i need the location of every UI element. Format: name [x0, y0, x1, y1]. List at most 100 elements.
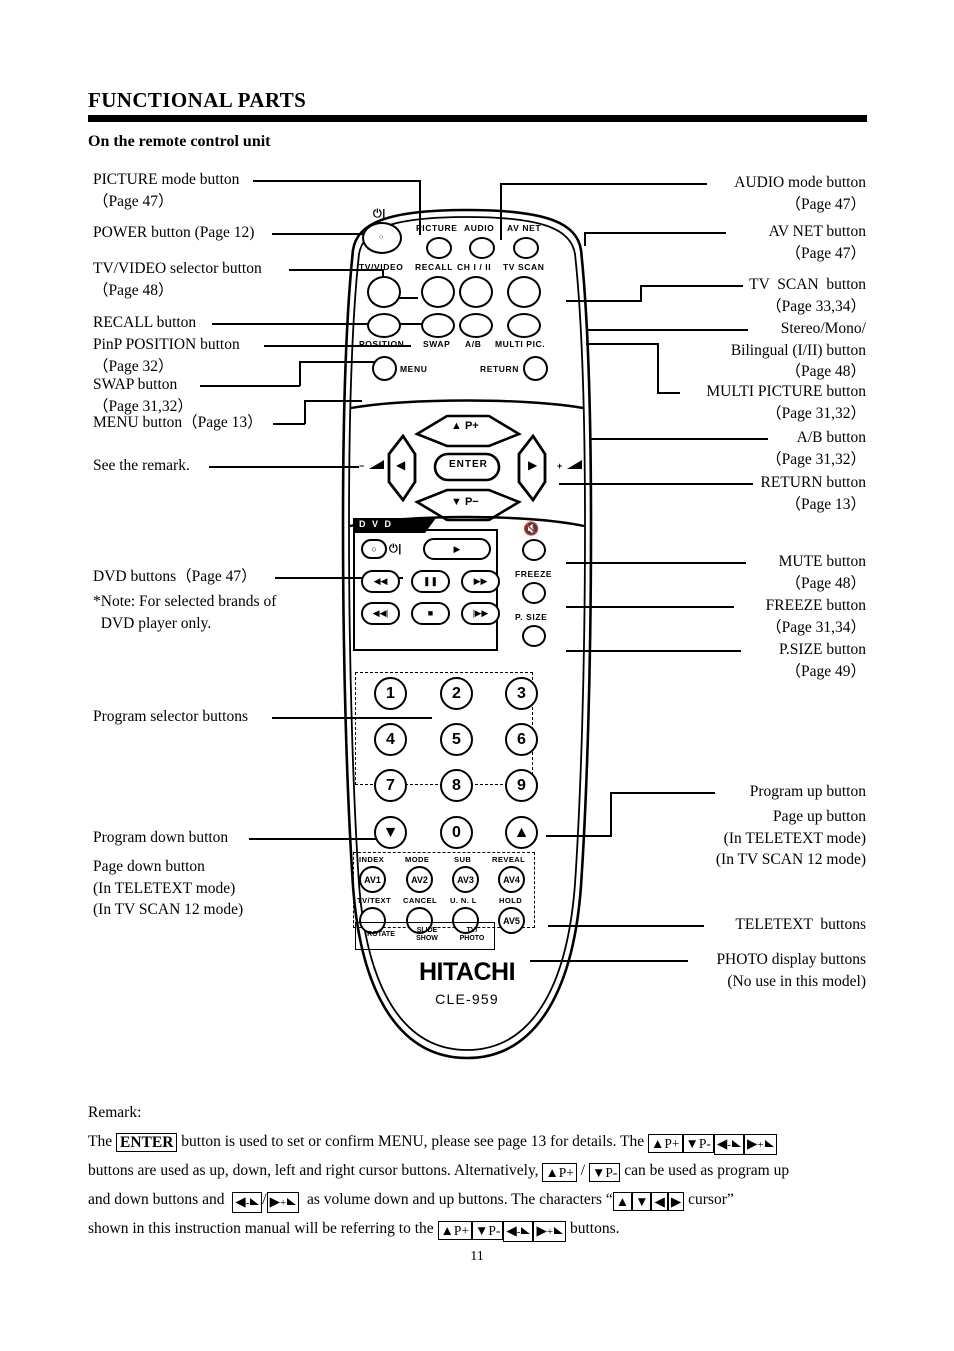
key-p-down-box: ▼P-	[682, 1134, 714, 1153]
key-p-up-box-2: ▲P+	[542, 1163, 577, 1182]
callout-tv-video: TV/VIDEO selector button （Page 48）	[93, 260, 262, 299]
key-8[interactable]: 8	[440, 769, 473, 802]
program-up-button[interactable]: ▲	[505, 816, 538, 849]
key-vol-down-box-3: ◀-	[503, 1221, 534, 1242]
key-1[interactable]: 1	[374, 677, 407, 710]
dvd-play-button[interactable]: ▶	[423, 538, 491, 560]
picture-button[interactable]	[426, 237, 452, 259]
tv-scan-button-label: TV SCAN	[503, 262, 545, 272]
picture-button-label: PICTURE	[416, 223, 458, 233]
callout-dvd-note: *Note: For selected brands of DVD player…	[93, 593, 277, 632]
callout-return: RETURN button （Page 13）	[760, 474, 867, 513]
dvd-previous-button[interactable]: ◀◀|	[361, 602, 400, 625]
dvd-fast-forward-button[interactable]: ▶▶	[461, 570, 500, 593]
key-vol-down-box: ◀-	[713, 1134, 744, 1155]
swap-button[interactable]	[421, 313, 455, 338]
callout-psize: P.SIZE button （Page 49）	[779, 641, 866, 680]
callout-dvd-buttons: DVD buttons（Page 47）	[93, 568, 257, 585]
leader-av-net	[584, 232, 726, 234]
freeze-button[interactable]	[522, 582, 546, 604]
psize-button[interactable]	[522, 625, 546, 647]
av3-button[interactable]: AV3	[452, 866, 479, 893]
key-3[interactable]: 3	[505, 677, 538, 710]
callout-mute: MUTE button （Page 48）	[778, 553, 866, 592]
callout-freeze: FREEZE button （Page 31,34）	[765, 597, 866, 636]
dvd-power-icon: ⏻|	[389, 543, 402, 555]
ch-i-ii-button[interactable]	[459, 276, 493, 308]
tv-scan-button[interactable]	[507, 276, 541, 308]
index-label: INDEX	[359, 855, 385, 864]
return-button-label: RETURN	[480, 364, 520, 374]
av5-button[interactable]: AV5	[498, 907, 525, 934]
power-icon: ⏻|	[373, 208, 386, 220]
av1-button[interactable]: AV1	[359, 866, 386, 893]
remark-line-1: The ENTER button is used to set or confi…	[88, 1127, 878, 1156]
dvd-power-button[interactable]: ○	[361, 539, 387, 559]
return-button[interactable]	[523, 356, 548, 381]
section-subtitle: On the remote control unit	[88, 133, 271, 150]
enter-key-box: ENTER	[115, 1133, 178, 1152]
dvd-next-button[interactable]: |▶▶	[461, 602, 500, 625]
callout-menu: MENU button（Page 13）	[93, 414, 263, 431]
position-button[interactable]	[367, 313, 401, 338]
dvd-stop-button[interactable]: ■	[411, 602, 450, 625]
callout-power: POWER button (Page 12)	[93, 224, 255, 241]
audio-button-label: AUDIO	[464, 223, 495, 233]
key-vol-up-box: ▶+	[743, 1134, 777, 1155]
leader-swap-v	[299, 361, 301, 386]
callout-program-down: Program down button	[93, 829, 229, 846]
tv-video-button[interactable]	[367, 276, 401, 308]
av4-button[interactable]: AV4	[498, 866, 525, 893]
key-2[interactable]: 2	[440, 677, 473, 710]
key-p-down-box-2: ▼P-	[588, 1163, 621, 1182]
tv-photo-button[interactable]: TV/ PHOTO	[450, 927, 494, 943]
key-6[interactable]: 6	[505, 723, 538, 756]
program-down-button-label[interactable]: ▼ P−	[451, 496, 479, 508]
key-up-box: ▲	[612, 1192, 633, 1211]
av-net-button[interactable]	[513, 237, 539, 259]
cursor-left-button-label[interactable]: ◀	[396, 458, 406, 472]
key-vol-up-box-3: ▶+	[533, 1221, 567, 1242]
model-number: CLE-959	[435, 991, 499, 1007]
enter-button-label[interactable]: ENTER	[449, 459, 488, 470]
mode-label: MODE	[405, 855, 430, 864]
key-left-box: ◀	[651, 1192, 668, 1211]
recall-button-label: RECALL	[415, 262, 454, 272]
ab-button[interactable]	[459, 313, 493, 338]
rotate-button[interactable]: ROTATE	[359, 931, 403, 939]
key-7[interactable]: 7	[374, 769, 407, 802]
dvd-tab-label: D V D	[359, 519, 394, 529]
leader-program-up-v	[610, 792, 612, 836]
leader-stereo	[586, 329, 748, 331]
dvd-pause-button[interactable]: ❚❚	[411, 570, 450, 593]
volume-up-icon: +	[557, 456, 582, 474]
key-right-box: ▶	[667, 1192, 685, 1211]
key-p-down-box-3: ▼P-	[472, 1221, 504, 1240]
callout-swap: SWAP button （Page 31,32）	[93, 376, 193, 415]
key-4[interactable]: 4	[374, 723, 407, 756]
key-0[interactable]: 0	[440, 816, 473, 849]
callout-program-selector: Program selector buttons	[93, 708, 248, 725]
program-up-button-label[interactable]: ▲ P+	[451, 420, 479, 432]
callout-multi-picture: MULTI PICTURE button （Page 31,32）	[706, 383, 866, 422]
remote-control-illustration: ⏻| ○ PICTURE AUDIO AV NET TV/VIDEO RECAL…	[337, 196, 597, 1071]
mute-button[interactable]	[522, 539, 546, 561]
multi-pic-button[interactable]	[507, 313, 541, 338]
key-9[interactable]: 9	[505, 769, 538, 802]
psize-button-label: P. SIZE	[515, 612, 548, 622]
program-down-button[interactable]: ▼	[374, 816, 407, 849]
dvd-rewind-button[interactable]: ◀◀	[361, 570, 400, 593]
recall-button[interactable]	[421, 276, 455, 308]
cursor-right-button-label[interactable]: ▶	[528, 458, 538, 472]
callout-audio-mode: AUDIO mode button （Page 47）	[734, 174, 866, 213]
page-title: FUNCTIONAL PARTS	[88, 88, 307, 112]
cancel-label: CANCEL	[403, 896, 438, 905]
slide-show-button[interactable]: SLIDE SHOW	[405, 927, 449, 943]
av2-button[interactable]: AV2	[406, 866, 433, 893]
tv-video-button-label: TV/VIDEO	[359, 262, 404, 272]
leader-tv-scan	[640, 285, 743, 287]
callout-photo-display: PHOTO display buttons (No use in this mod…	[716, 951, 866, 990]
menu-button[interactable]	[372, 356, 397, 381]
audio-button[interactable]	[469, 237, 495, 259]
key-5[interactable]: 5	[440, 723, 473, 756]
